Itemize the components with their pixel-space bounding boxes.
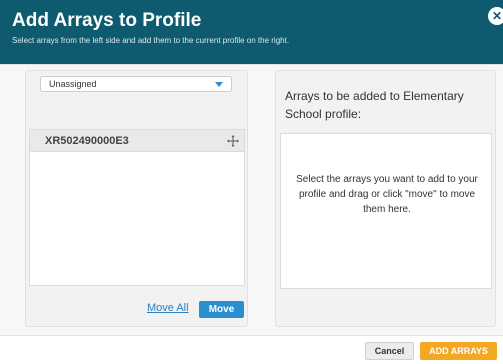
profile-arrays-panel: Arrays to be added to Elementary School …: [275, 70, 496, 327]
array-drop-zone[interactable]: Select the arrays you want to add to you…: [280, 133, 492, 289]
profile-panel-heading: Arrays to be added to Elementary School …: [285, 89, 464, 121]
array-item-label: XR502490000E3: [45, 135, 129, 147]
available-array-list[interactable]: XR502490000E3: [29, 129, 245, 286]
dialog-subtitle: Select arrays from the left side and add…: [12, 36, 290, 45]
close-icon: ✕: [491, 9, 503, 23]
move-button[interactable]: Move: [199, 301, 244, 318]
cancel-button[interactable]: Cancel: [365, 342, 414, 360]
array-filter-dropdown[interactable]: Unassigned: [40, 76, 232, 92]
dialog-header: Add Arrays to Profile Select arrays from…: [0, 0, 503, 64]
drop-zone-hint: Select the arrays you want to add to you…: [296, 174, 478, 215]
close-button[interactable]: ✕: [488, 7, 503, 25]
available-arrays-panel: Unassigned XR502490000E3: [25, 70, 248, 327]
add-arrays-button[interactable]: ADD ARRAYS: [420, 342, 497, 360]
move-all-link[interactable]: Move All: [147, 302, 189, 314]
array-filter-value: Unassigned: [49, 79, 97, 89]
move-icon[interactable]: [227, 135, 239, 147]
dialog-title: Add Arrays to Profile: [12, 10, 202, 31]
chevron-down-icon: [215, 82, 223, 87]
array-list-item[interactable]: XR502490000E3: [30, 130, 244, 152]
